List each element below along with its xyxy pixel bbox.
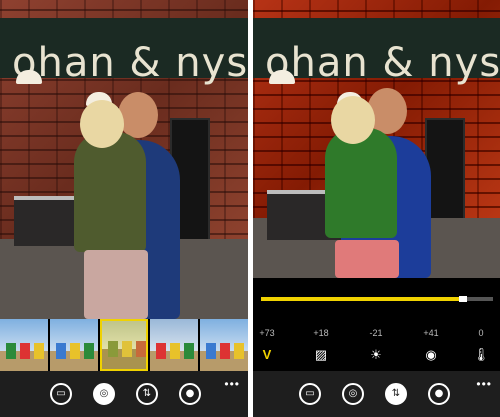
adjust-temperature[interactable]: 0 🌡 (461, 327, 500, 363)
left-screen: ohan & nystrom (0, 0, 248, 417)
slider-fill (261, 297, 463, 301)
filter-thumb-selected[interactable] (99, 319, 149, 371)
sign-text: ohan & nystrom (265, 40, 500, 86)
app-bar: ▭ ◎ ⇅ ● ••• (253, 371, 500, 417)
filter-thumb[interactable] (49, 319, 98, 371)
adjust-value: +18 (313, 328, 329, 338)
woman-jeans (335, 240, 399, 278)
adjust-icon[interactable]: ⇅ (136, 383, 158, 405)
clarity-icon: ▨ (314, 347, 328, 362)
brightness-icon: ☀ (370, 347, 382, 362)
storefront-sign: ohan & nystrom (0, 18, 248, 86)
woman-figure (74, 132, 146, 252)
color-drop-icon[interactable]: ● (179, 383, 201, 405)
photo-preview: ohan & nystrom (0, 0, 248, 319)
adjust-value: 0 (478, 328, 484, 338)
saturation-icon: ◉ (425, 347, 437, 362)
temperature-icon: 🌡 (472, 347, 490, 362)
crop-rotate-icon[interactable]: ▭ (299, 383, 321, 405)
filter-thumb[interactable] (200, 319, 248, 371)
filter-strip (0, 319, 248, 371)
more-options-icon[interactable]: ••• (476, 377, 492, 391)
color-drop-icon[interactable]: ● (428, 383, 450, 405)
crop-rotate-icon[interactable]: ▭ (50, 383, 72, 405)
vibrance-icon: V (262, 347, 272, 362)
woman-jeans (84, 250, 148, 319)
adjust-value: -21 (369, 328, 383, 338)
filter-thumb[interactable] (0, 319, 48, 371)
more-options-icon[interactable]: ••• (224, 377, 240, 391)
storefront-sign: ohan & nystrom (253, 18, 500, 86)
right-screen: ohan & nystrom +73 V +18 ▨ -21 ☀ +41 ◉ (253, 0, 500, 417)
adjust-value: +73 (259, 328, 275, 338)
adjust-brightness[interactable]: -21 ☀ (356, 327, 396, 363)
app-bar: ▭ ◎ ⇅ ● ••• (0, 371, 248, 417)
filters-icon[interactable]: ◎ (342, 383, 364, 405)
adjustment-row: +73 V +18 ▨ -21 ☀ +41 ◉ 0 🌡 (253, 327, 500, 367)
woman-hair (80, 100, 124, 148)
slider-thumb[interactable] (459, 296, 467, 302)
adjust-saturation[interactable]: +41 ◉ (411, 327, 451, 363)
adjust-vibrance[interactable]: +73 V (253, 327, 287, 363)
adjust-clarity[interactable]: +18 ▨ (301, 327, 341, 363)
adjust-value: +41 (423, 328, 439, 338)
photo-preview: ohan & nystrom (253, 0, 500, 278)
sign-text: ohan & nystrom (12, 40, 248, 86)
woman-hair (331, 96, 375, 144)
filters-icon[interactable]: ◎ (93, 383, 115, 405)
man-head (118, 92, 158, 138)
filter-thumb[interactable] (150, 319, 199, 371)
adjust-icon[interactable]: ⇅ (385, 383, 407, 405)
adjust-slider[interactable] (261, 296, 493, 302)
woman-figure (325, 128, 397, 238)
